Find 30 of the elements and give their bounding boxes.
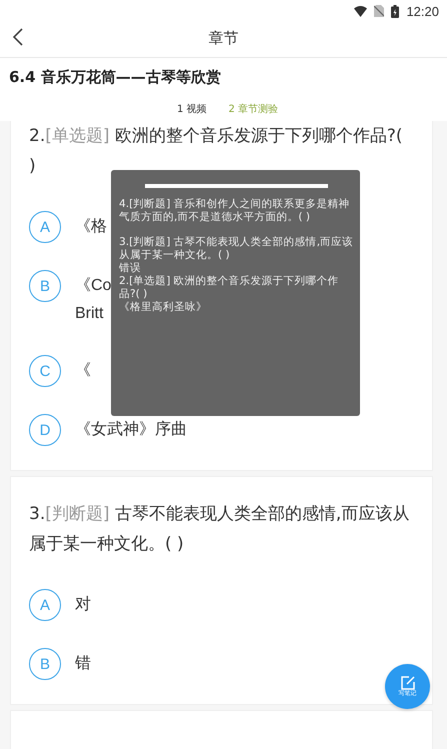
wifi-icon xyxy=(354,6,368,16)
option-text: Britt xyxy=(75,304,104,324)
option-text: 《格 xyxy=(75,217,107,237)
option-button[interactable]: A xyxy=(29,211,61,243)
popup-question: 4.[判断题] 音乐和创作人之间的联系更多是精神气质方面的,而不是道德水平方面的。( ) xyxy=(119,198,351,224)
option-button[interactable]: D xyxy=(29,414,61,446)
chapter-tab[interactable]: 1 视频 xyxy=(172,100,210,118)
edit-icon xyxy=(400,676,414,690)
battery-icon xyxy=(391,4,400,18)
popup-question: 2.[单选题] 欧洲的整个音乐发源于下列哪个作品?( ) xyxy=(119,275,340,301)
option-text: 《Co xyxy=(75,276,112,296)
question-text: 3.[判断题] 古琴不能表现人类全部的感情,而应该从属于某一种文化。( ) xyxy=(29,503,410,556)
course-title: 6.4 音乐万花筒——古琴等欣赏 xyxy=(8,67,222,88)
option-button[interactable]: B xyxy=(29,270,61,302)
option-button[interactable]: C xyxy=(29,355,61,387)
chapter-tab[interactable]: 2 章节测验 xyxy=(224,100,282,118)
option-button[interactable]: B xyxy=(29,648,61,680)
option-button[interactable]: A xyxy=(29,589,61,621)
question-text: 2.[单选题] 欧洲的整个音乐发源于下列哪个作品?( ) xyxy=(29,125,404,178)
option-text: 《女武神》序曲 xyxy=(75,420,187,440)
page-title: 章节 xyxy=(208,29,238,48)
popup-answer: 《格里高利圣咏》 xyxy=(119,301,208,314)
option-text: 错 xyxy=(75,654,91,674)
option-text: 对 xyxy=(75,594,91,615)
popup-question: 3.[判断题] 古琴不能表现人类全部的感情,而应该从属于某一种文化。( ) xyxy=(119,236,354,262)
popup-answer: 错误 xyxy=(119,262,142,275)
back-icon xyxy=(12,27,24,47)
no-sim-icon xyxy=(374,5,384,17)
status-time: 12:20 xyxy=(406,4,439,18)
option-text: 《 xyxy=(75,361,91,381)
